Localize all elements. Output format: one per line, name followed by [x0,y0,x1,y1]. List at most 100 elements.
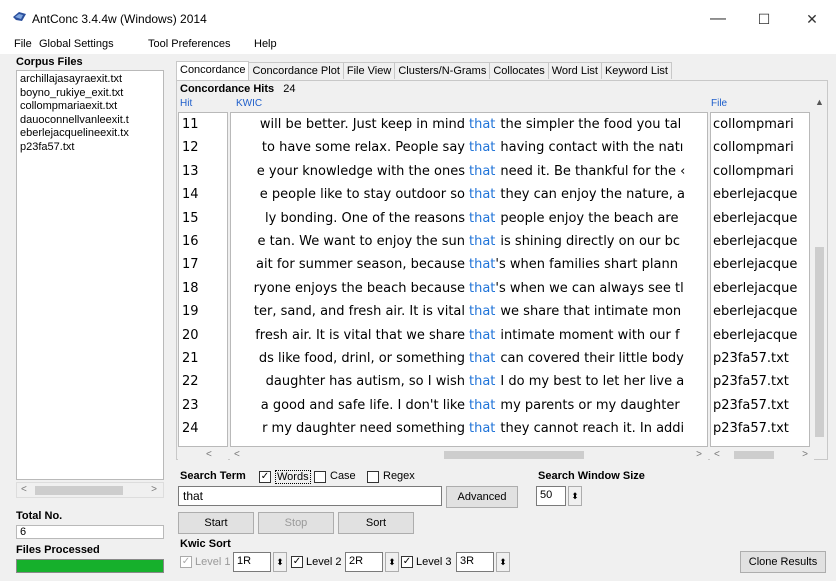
file-name[interactable]: p23fa57.txt [713,351,789,366]
file-name[interactable]: p23fa57.txt [713,421,789,436]
minimize-button[interactable]: — [703,8,733,30]
kwic-line[interactable]: fresh air. It is vital that we share that… [231,328,707,348]
level3-input[interactable]: 3R [456,552,494,572]
tab-concordance[interactable]: Concordance [176,61,250,80]
kwic-line[interactable]: e your knowledge with the ones that need i… [231,164,707,184]
hit-number[interactable]: 19 [182,304,199,319]
kwic-line[interactable]: ly bonding. One of the reasons that people… [231,211,707,231]
sort-button[interactable]: Sort [338,512,414,534]
hit-number[interactable]: 15 [182,211,199,226]
scroll-up-icon[interactable]: ▲ [815,97,824,107]
kwic-keyword[interactable]: that [469,117,495,132]
hit-number[interactable]: 21 [182,351,199,366]
scroll-right-icon[interactable]: > [696,449,702,461]
hit-number[interactable]: 14 [182,187,199,202]
kwic-keyword[interactable]: that [469,164,495,179]
kwic-line[interactable]: e people like to stay outdoor so that they… [231,187,707,207]
corpus-file-item[interactable]: p23fa57.txt [20,141,160,155]
tab-file-view[interactable]: File View [342,62,396,79]
scrollbar-thumb[interactable] [734,451,774,459]
level2-label[interactable]: Level 2 [306,556,341,568]
hit-number[interactable]: 23 [182,398,199,413]
window-size-spinner[interactable]: ⬍ [568,486,582,506]
kwic-line[interactable]: ait for summer season, because that's whe… [231,257,707,277]
hit-number[interactable]: 12 [182,140,199,155]
regex-checkbox[interactable] [367,471,379,483]
corpus-file-list[interactable]: archillajasayraexit.txt boyno_rukiye_exi… [16,70,164,480]
level2-checkbox[interactable]: ✓ [291,556,303,568]
hit-number[interactable]: 11 [182,117,199,132]
case-label[interactable]: Case [330,470,356,482]
kwic-keyword[interactable]: that [469,187,495,202]
case-checkbox[interactable] [314,471,326,483]
tab-keyword-list[interactable]: Keyword List [600,62,672,79]
hit-number-column[interactable]: 11 12 13 14 15 16 17 18 19 20 21 22 23 24 [178,112,228,447]
start-button[interactable]: Start [178,512,254,534]
close-button[interactable]: ✕ [797,8,827,30]
hit-number[interactable]: 22 [182,374,199,389]
kwic-line[interactable]: daughter has autism, so I wish that I do m… [231,374,707,394]
menu-file[interactable]: File [14,38,32,50]
level2-spinner[interactable]: ⬍ [385,552,399,572]
level3-label[interactable]: Level 3 [416,556,451,568]
regex-label[interactable]: Regex [383,470,415,482]
hit-number[interactable]: 17 [182,257,199,272]
scrollbar-thumb[interactable] [815,247,824,437]
level3-spinner[interactable]: ⬍ [496,552,510,572]
corpus-file-item[interactable]: dauoconnellvanleexit.t [20,114,160,128]
level1-spinner[interactable]: ⬍ [273,552,287,572]
file-name[interactable]: p23fa57.txt [713,398,789,413]
stop-button[interactable]: Stop [258,512,334,534]
menu-help[interactable]: Help [254,38,277,50]
file-name[interactable]: eberlejacque [713,187,797,202]
kwic-keyword[interactable]: that [469,257,495,272]
level1-input[interactable]: 1R [233,552,271,572]
file-name[interactable]: eberlejacque [713,211,797,226]
kwic-line[interactable]: will be better. Just keep in mind that the… [231,117,707,137]
file-name[interactable]: eberlejacque [713,304,797,319]
kwic-column-hscrollbar[interactable]: < > [230,449,708,461]
kwic-line[interactable]: to have some relax. People say that having… [231,140,707,160]
corpus-file-item[interactable]: boyno_rukiye_exit.txt [20,87,160,101]
file-name[interactable]: eberlejacque [713,234,797,249]
corpus-list-horizontal-scrollbar[interactable]: < > [16,482,164,498]
file-name[interactable]: eberlejacque [713,257,797,272]
menu-tool-preferences[interactable]: Tool Preferences [148,38,231,50]
level2-input[interactable]: 2R [345,552,383,572]
corpus-file-item[interactable]: eberlejacquelineexit.tx [20,127,160,141]
advanced-button[interactable]: Advanced [446,486,518,508]
scroll-left-icon[interactable]: < [21,484,27,495]
corpus-file-item[interactable]: collompmariaexit.txt [20,100,160,114]
scroll-left-icon[interactable]: < [234,449,240,461]
hit-number[interactable]: 13 [182,164,199,179]
words-checkbox[interactable]: ✓ [259,471,271,483]
kwic-keyword[interactable]: that [469,140,495,155]
kwic-line[interactable]: r my daughter need something that they can… [231,421,707,441]
kwic-keyword[interactable]: that [469,351,495,366]
kwic-line[interactable]: ryone enjoys the beach because that's whe… [231,281,707,301]
search-window-size-input[interactable]: 50 [536,486,566,506]
column-header-file[interactable]: File [711,98,727,109]
scroll-right-icon[interactable]: > [151,484,157,495]
scroll-left-icon[interactable]: < [206,449,212,461]
level3-checkbox[interactable]: ✓ [401,556,413,568]
column-header-kwic[interactable]: KWIC [236,98,262,109]
file-name[interactable]: eberlejacque [713,281,797,296]
tab-word-list[interactable]: Word List [547,62,602,79]
tab-concordance-plot[interactable]: Concordance Plot [248,62,344,79]
kwic-keyword[interactable]: that [469,328,495,343]
hit-number[interactable]: 16 [182,234,199,249]
hit-number[interactable]: 20 [182,328,199,343]
kwic-keyword[interactable]: that [469,211,495,226]
search-term-input[interactable]: that [178,486,442,506]
kwic-column[interactable]: will be better. Just keep in mind that the… [230,112,708,447]
file-name[interactable]: collompmari [713,117,794,132]
hit-number[interactable]: 24 [182,421,199,436]
kwic-line[interactable]: ter, sand, and fresh air. It is vital tha… [231,304,707,324]
clone-results-button[interactable]: Clone Results [740,551,826,573]
corpus-file-item[interactable]: archillajasayraexit.txt [20,73,160,87]
hit-column-hscrollbar[interactable]: < [178,449,228,461]
file-name[interactable]: p23fa57.txt [713,374,789,389]
kwic-line[interactable]: ds like food, drinl, or something that can… [231,351,707,371]
tab-clusters-ngrams[interactable]: Clusters/N-Grams [394,62,491,79]
